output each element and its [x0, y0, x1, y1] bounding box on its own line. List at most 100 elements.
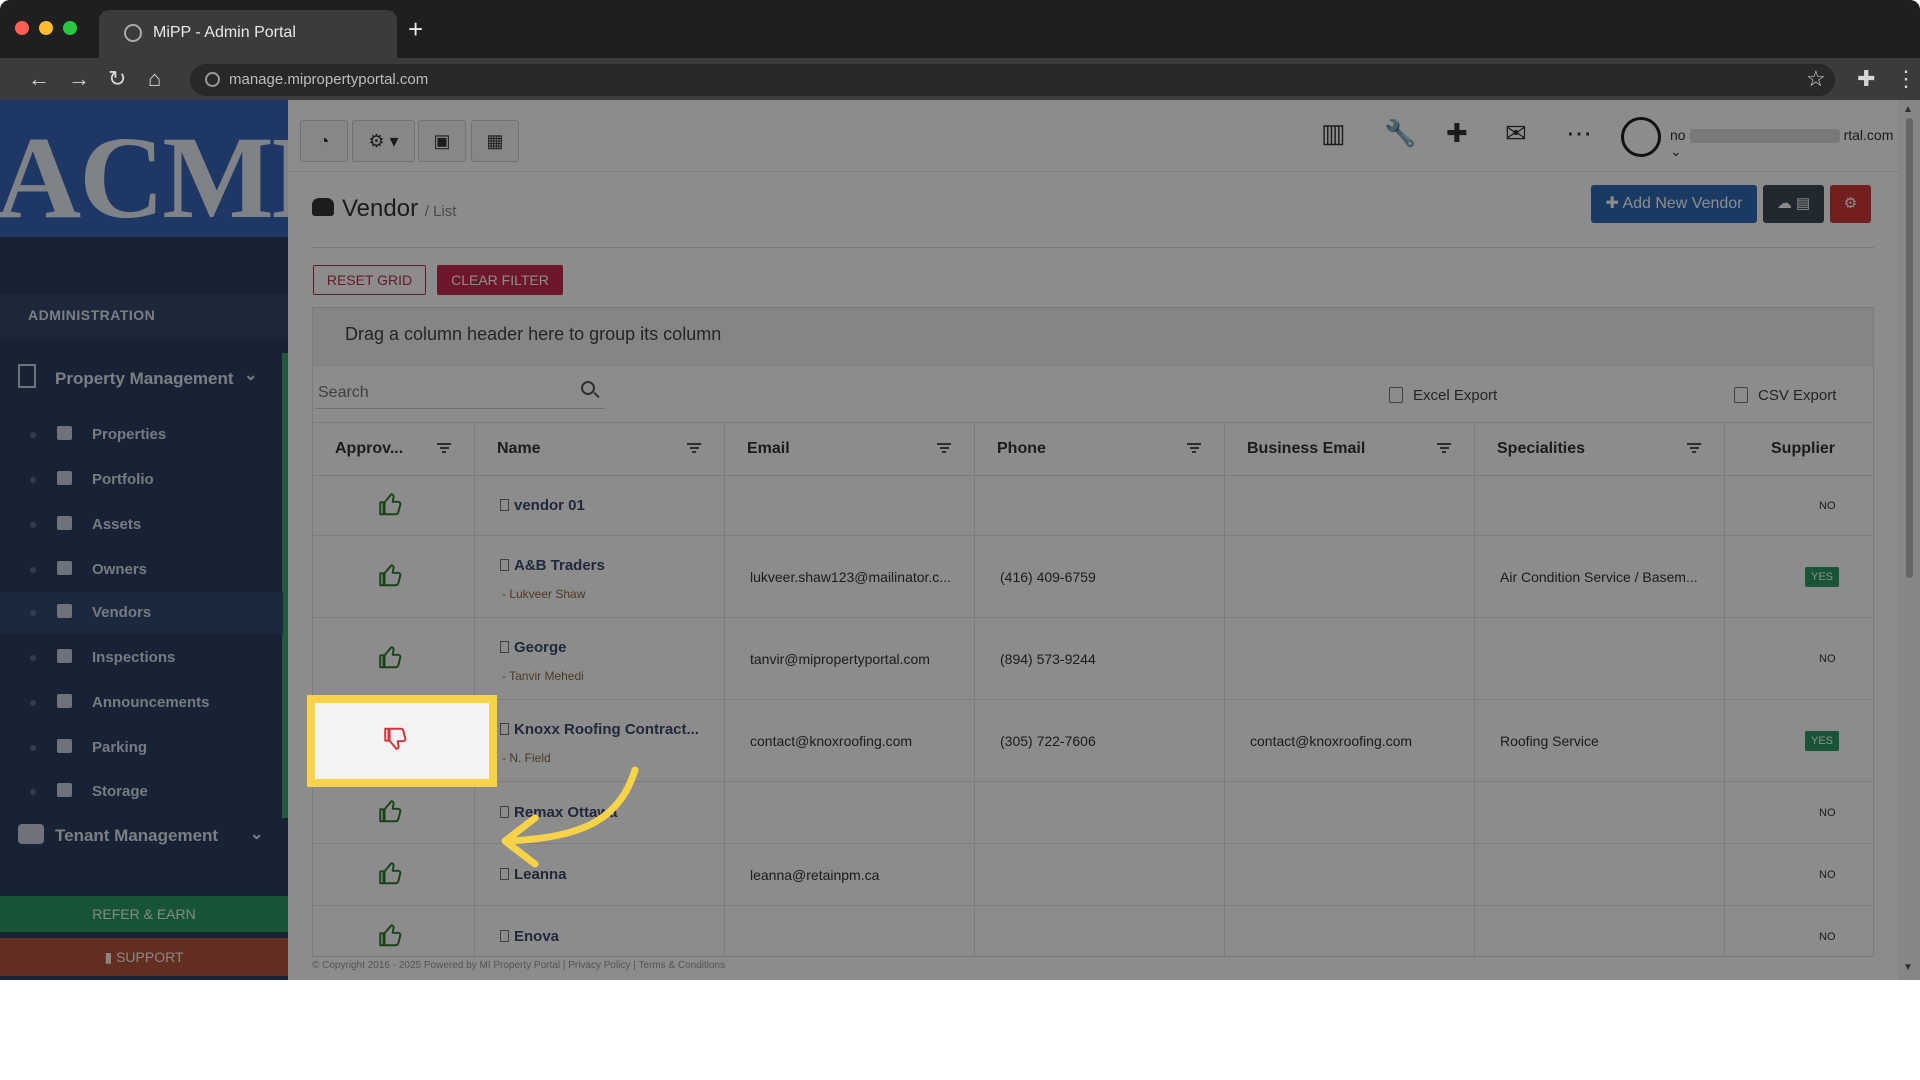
excel-icon: [1389, 387, 1403, 403]
browser-tab[interactable]: MiPP - Admin Portal: [99, 10, 397, 58]
archive-icon: [57, 516, 72, 530]
filter-icon[interactable]: [1187, 443, 1201, 453]
sidebar-item-storage[interactable]: Storage: [0, 771, 283, 813]
clear-filter-button[interactable]: CLEAR FILTER: [437, 265, 563, 295]
search-input[interactable]: [315, 377, 605, 409]
column-header-approved[interactable]: Approv...: [313, 423, 475, 475]
table-row[interactable]: A&B Traders - Lukveer Shaw lukveer.shaw123…: [313, 536, 1873, 618]
users-icon: [18, 824, 44, 844]
forward-arrow-icon[interactable]: →: [68, 65, 90, 93]
grid-settings-button[interactable]: ⚙: [1830, 185, 1871, 223]
filter-icon[interactable]: [937, 443, 951, 453]
reset-grid-button[interactable]: RESET GRID: [313, 265, 426, 295]
vendor-name-link[interactable]: Knoxx Roofing Contract...: [500, 721, 699, 738]
support-button[interactable]: ▮ SUPPORT: [0, 938, 288, 976]
filter-icon[interactable]: [437, 443, 451, 453]
table-row[interactable]: vendor 01 NO: [313, 476, 1873, 536]
table-row[interactable]: Enova NO: [313, 906, 1873, 956]
building-icon: [500, 723, 509, 735]
car-icon: [57, 739, 72, 753]
url-input[interactable]: manage.mipropertyportal.com: [190, 64, 1835, 96]
vendor-name-link[interactable]: George: [500, 639, 567, 656]
cell-specialities: Roofing Service: [1475, 700, 1725, 781]
thumbs-up-icon[interactable]: [377, 560, 403, 593]
scroll-up-arrow-icon[interactable]: ▲: [1903, 104, 1913, 115]
vendor-name-link[interactable]: Enova: [500, 928, 559, 945]
cell-email: lukveer.shaw123@mailinator.c...: [725, 536, 975, 617]
sidebar-item-parking[interactable]: Parking: [0, 727, 283, 769]
home-icon[interactable]: ⌂: [148, 65, 161, 93]
filter-icon[interactable]: [1437, 443, 1451, 453]
settings-dropdown-button[interactable]: ⚙ ▾: [352, 120, 415, 162]
column-header-supplier[interactable]: Supplier: [1725, 423, 1873, 475]
sidebar-item-inspections[interactable]: Inspections: [0, 637, 283, 679]
calculator-button[interactable]: ▦: [471, 120, 519, 162]
scroll-down-arrow-icon[interactable]: ▼: [1903, 962, 1913, 973]
excel-export-button[interactable]: Excel Export: [1389, 387, 1497, 404]
site-info-icon[interactable]: [205, 72, 220, 87]
bookmark-star-icon[interactable]: ☆: [1806, 66, 1826, 92]
thumbs-down-icon[interactable]: [382, 724, 408, 759]
column-header-email[interactable]: Email: [725, 423, 975, 475]
home-icon: [57, 426, 72, 440]
avatar[interactable]: [1621, 117, 1661, 157]
filter-icon[interactable]: [687, 443, 701, 453]
sidebar-group-tenant-management[interactable]: Tenant Management ⌄: [0, 813, 288, 859]
vendor-name-link[interactable]: A&B Traders: [500, 557, 605, 574]
more-icon[interactable]: ⋯: [1566, 118, 1592, 149]
sidebar-item-label: Properties: [92, 426, 167, 443]
scrollbar-thumb[interactable]: [1906, 118, 1913, 578]
group-by-panel[interactable]: Drag a column header here to group its c…: [313, 308, 1873, 367]
plus-icon[interactable]: ✚: [1446, 118, 1468, 149]
phone-value: (305) 722-7606: [1000, 732, 1096, 749]
sidebar-item-vendors[interactable]: Vendors: [0, 592, 283, 634]
wrench-icon[interactable]: 🔧: [1384, 118, 1416, 149]
thumbs-up-icon[interactable]: [377, 489, 403, 522]
cell-name: vendor 01: [475, 476, 725, 535]
sidebar-item-portfolio[interactable]: Portfolio: [0, 459, 283, 501]
sidebar-group-property-management[interactable]: Property Management ⌄: [0, 350, 288, 406]
browser-menu-icon[interactable]: ⋮: [1895, 66, 1917, 92]
acme-logo[interactable]: ACME: [0, 100, 288, 237]
bar-chart-icon[interactable]: ▥: [1321, 118, 1346, 149]
back-arrow-icon[interactable]: ←: [28, 65, 50, 93]
column-header-business-email[interactable]: Business Email: [1225, 423, 1475, 475]
vendor-name-link[interactable]: vendor 01: [500, 497, 585, 514]
thumbs-up-icon[interactable]: [377, 642, 403, 675]
cell-approved: [313, 618, 475, 699]
user-account-menu[interactable]: no rtal.com ⌄: [1670, 127, 1898, 160]
sidebar-item-announcements[interactable]: Announcements: [0, 682, 283, 724]
sidebar-item-owners[interactable]: Owners: [0, 549, 283, 591]
thumbs-up-icon[interactable]: [377, 920, 403, 953]
cell-phone: (894) 573-9244: [975, 618, 1225, 699]
add-new-vendor-button[interactable]: ✚ Add New Vendor: [1591, 185, 1757, 223]
import-export-button[interactable]: ☁ ▤: [1763, 185, 1824, 223]
supplier-badge: NO: [1819, 652, 1836, 665]
search-icon[interactable]: [581, 381, 595, 395]
highlighted-disapprove-button[interactable]: [307, 695, 497, 787]
extensions-icon[interactable]: ✚: [1857, 66, 1875, 92]
column-header-specialities[interactable]: Specialities: [1475, 423, 1725, 475]
cell-approved: [313, 844, 475, 905]
thumbs-up-icon[interactable]: [377, 796, 403, 829]
csv-icon: [1734, 387, 1748, 403]
close-window-button[interactable]: [15, 21, 29, 35]
sidebar-item-assets[interactable]: Assets: [0, 504, 283, 546]
column-header-phone[interactable]: Phone: [975, 423, 1225, 475]
envelope-icon[interactable]: ✉: [1505, 118, 1527, 149]
page-scrollbar[interactable]: ▲ ▼: [1898, 100, 1920, 980]
reload-icon[interactable]: ↻: [108, 65, 126, 93]
dashboard-button[interactable]: ◔: [300, 120, 348, 162]
csv-export-button[interactable]: CSV Export: [1734, 387, 1836, 404]
column-header-name[interactable]: Name: [475, 423, 725, 475]
sidebar-item-properties[interactable]: Properties: [0, 414, 283, 456]
vendor-name-text: Enova: [514, 928, 560, 945]
filter-icon[interactable]: [1687, 443, 1701, 453]
minimize-window-button[interactable]: [39, 21, 53, 35]
new-tab-button[interactable]: +: [408, 16, 423, 42]
thumbs-up-icon[interactable]: [377, 858, 403, 891]
refer-and-earn-button[interactable]: REFER & EARN: [0, 896, 288, 932]
calendar-button[interactable]: ▣: [418, 120, 466, 162]
table-row[interactable]: George - Tanvir Mehedi tanvir@mipropertypo…: [313, 618, 1873, 700]
maximize-window-button[interactable]: [63, 21, 77, 35]
